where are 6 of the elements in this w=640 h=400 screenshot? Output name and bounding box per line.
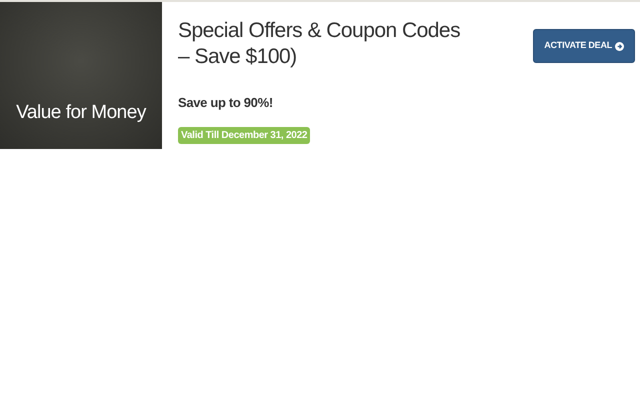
activate-deal-button[interactable]: ACTIVATE DEAL — [533, 29, 635, 63]
arrow-circle-icon — [615, 42, 624, 50]
offer-title: Special Offers & Coupon Codes – Save $100) — [178, 18, 462, 70]
validity-badge: Valid Till December 31, 2022 — [178, 126, 310, 144]
tile-label: Value for Money — [16, 100, 146, 124]
offer-description: Save up to 90%! — [178, 94, 274, 112]
